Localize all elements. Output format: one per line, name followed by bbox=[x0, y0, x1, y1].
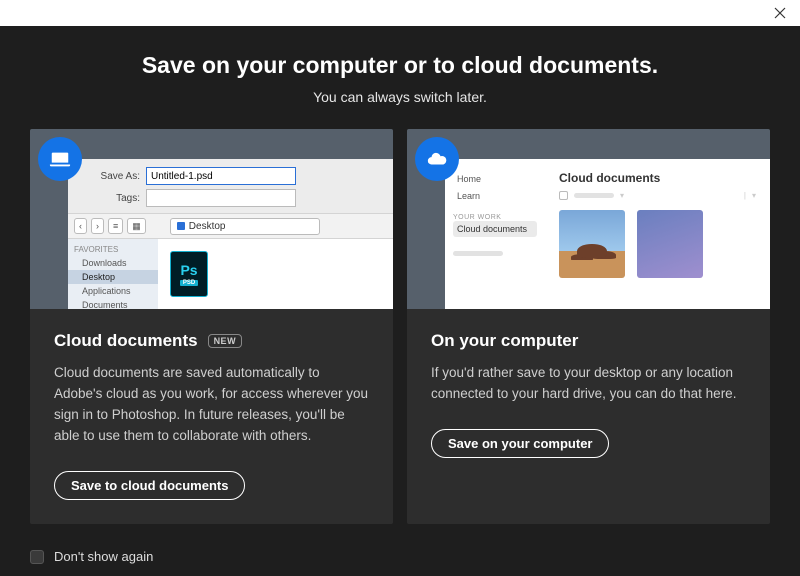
nav-learn[interactable]: Learn bbox=[453, 188, 537, 204]
save-as-label: Save As: bbox=[68, 171, 146, 182]
cloud-card: Save As: Tags: ‹ › ≡ ▦ bbox=[30, 129, 393, 524]
chevron-down-icon: ▾ bbox=[620, 191, 624, 200]
sort-skeleton bbox=[574, 193, 614, 198]
nav-fwd-icon[interactable]: › bbox=[91, 218, 104, 234]
computer-preview: Home Learn YOUR WORK Cloud documents Clo… bbox=[407, 129, 770, 309]
dont-show-label[interactable]: Don't show again bbox=[54, 549, 153, 564]
view-toggle-icon[interactable]: ▾ bbox=[752, 191, 756, 200]
cloud-icon bbox=[415, 137, 459, 181]
cloud-card-description: Cloud documents are saved automatically … bbox=[54, 363, 369, 447]
cloud-card-title: Cloud documents bbox=[54, 331, 198, 351]
doc-thumbnail[interactable] bbox=[559, 210, 625, 278]
tags-input[interactable] bbox=[146, 189, 296, 207]
dialog-subtitle: You can always switch later. bbox=[0, 89, 800, 105]
save-to-cloud-button[interactable]: Save to cloud documents bbox=[54, 471, 245, 500]
skeleton-line bbox=[453, 251, 503, 256]
view-list-icon[interactable]: ≡ bbox=[108, 218, 123, 234]
sidebar-item-applications[interactable]: Applications bbox=[68, 284, 158, 298]
nav-cloud-documents[interactable]: Cloud documents bbox=[453, 221, 537, 237]
nav-your-work-header: YOUR WORK bbox=[453, 214, 537, 221]
doc-thumbnail[interactable] bbox=[637, 210, 703, 278]
cloud-docs-heading: Cloud documents bbox=[559, 171, 756, 185]
new-badge: NEW bbox=[208, 334, 243, 348]
dialog-title: Save on your computer or to cloud docume… bbox=[0, 52, 800, 79]
close-icon[interactable] bbox=[770, 6, 790, 26]
laptop-icon bbox=[38, 137, 82, 181]
computer-card: Home Learn YOUR WORK Cloud documents Clo… bbox=[407, 129, 770, 524]
sidebar-favorites-header: Favorites bbox=[68, 243, 158, 256]
tags-label: Tags: bbox=[68, 193, 146, 204]
computer-card-description: If you'd rather save to your desktop or … bbox=[431, 363, 746, 405]
psd-file-icon: PsPSD bbox=[170, 251, 208, 297]
computer-card-title: On your computer bbox=[431, 331, 578, 351]
view-grid-icon[interactable]: ▦ bbox=[127, 218, 146, 234]
save-on-computer-button[interactable]: Save on your computer bbox=[431, 429, 609, 458]
sidebar-item-downloads[interactable]: Downloads bbox=[68, 256, 158, 270]
sidebar-item-documents[interactable]: Documents bbox=[68, 298, 158, 309]
sidebar-item-desktop[interactable]: Desktop bbox=[68, 270, 158, 284]
cloud-preview: Save As: Tags: ‹ › ≡ ▦ bbox=[30, 129, 393, 309]
dont-show-checkbox[interactable] bbox=[30, 550, 44, 564]
nav-back-icon[interactable]: ‹ bbox=[74, 218, 87, 234]
filename-input[interactable] bbox=[146, 167, 296, 185]
select-all-checkbox[interactable] bbox=[559, 191, 568, 200]
dialog-panel: Save on your computer or to cloud docume… bbox=[0, 26, 800, 576]
location-dropdown[interactable]: Desktop bbox=[170, 218, 320, 235]
nav-home[interactable]: Home bbox=[453, 171, 537, 187]
